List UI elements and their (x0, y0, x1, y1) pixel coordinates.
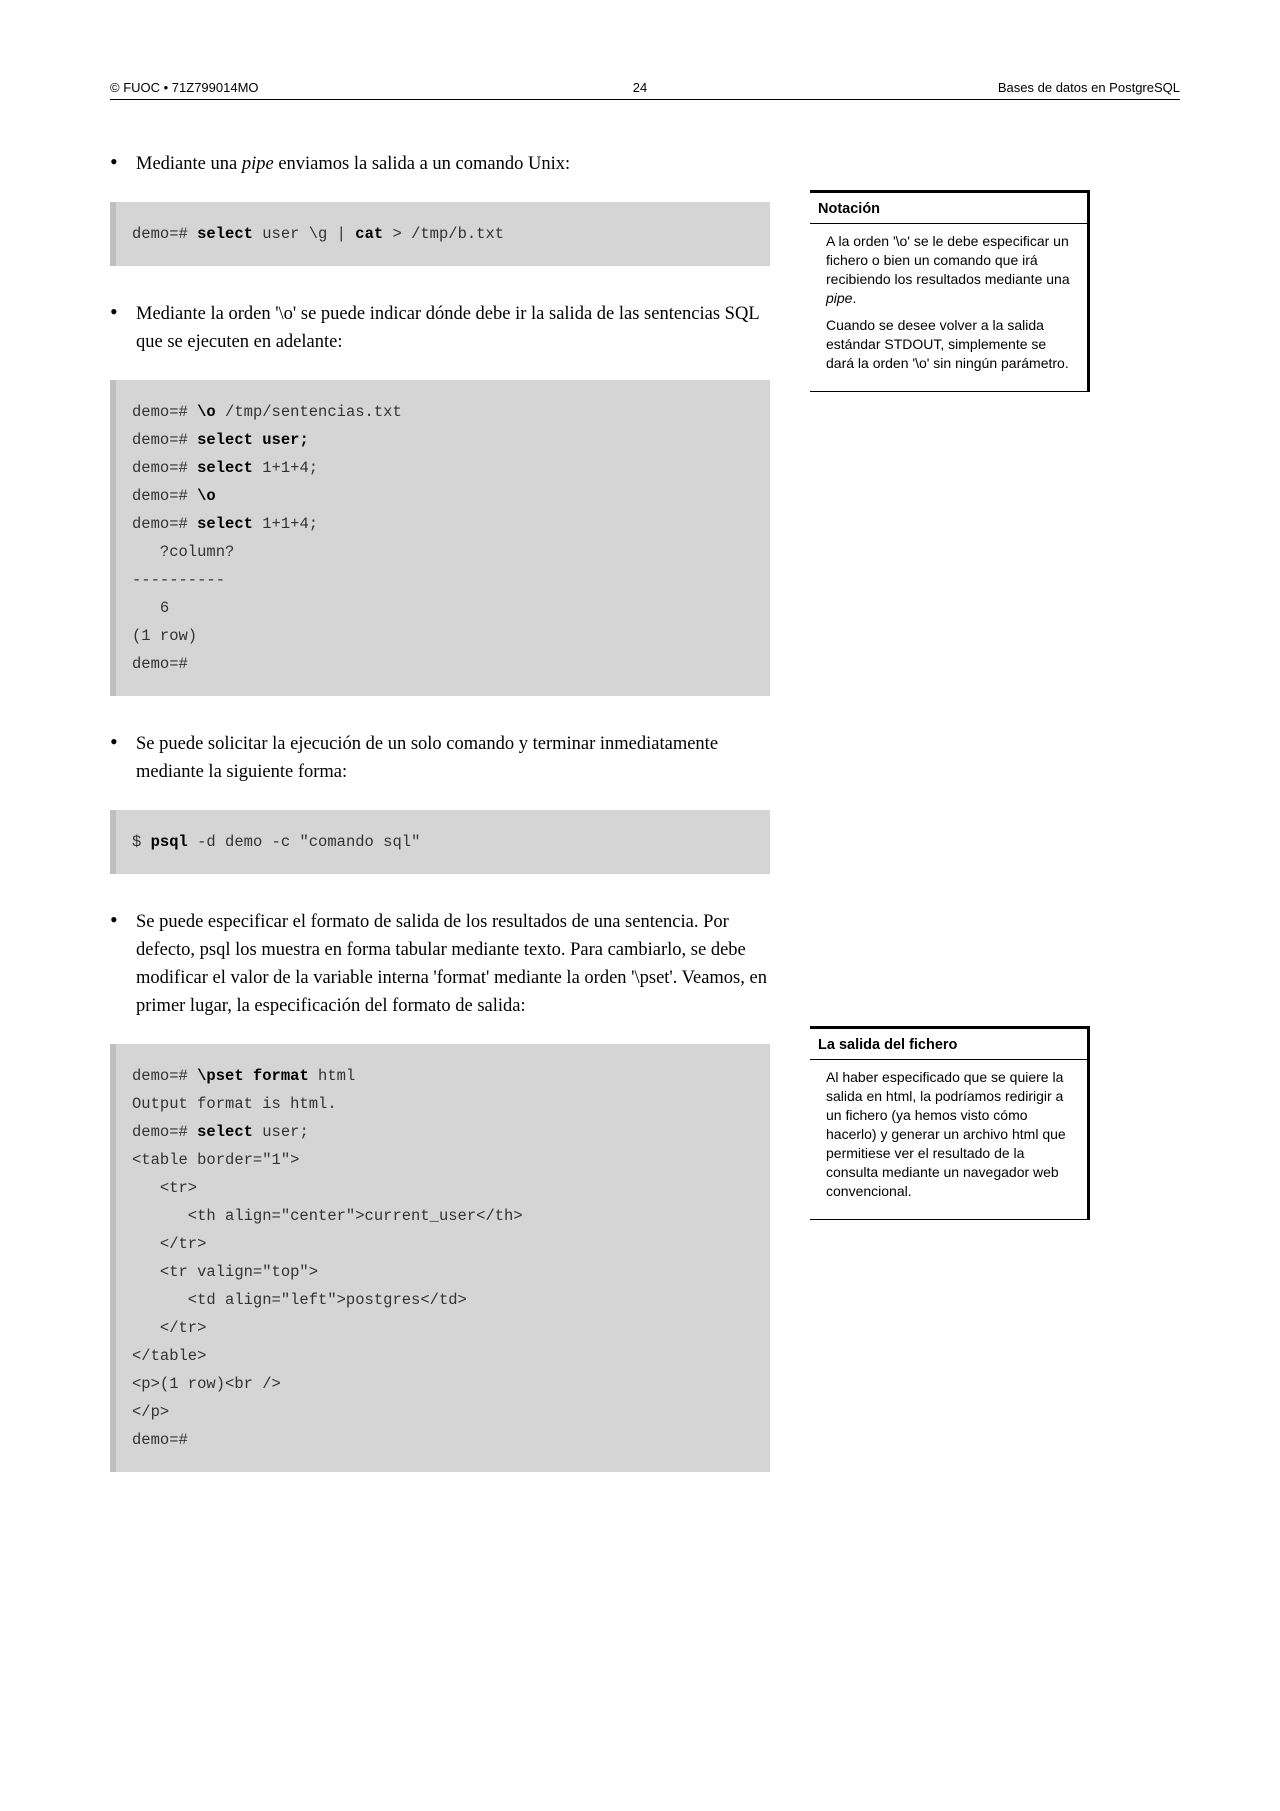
bullet-text-4: Se puede especificar el formato de salid… (136, 908, 770, 1020)
bullet-dot-icon: • (110, 300, 136, 356)
bullet-text-2: Mediante la orden '\o' se puede indicar … (136, 300, 770, 356)
bullet-item-3: • Se puede solicitar la ejecución de un … (110, 730, 770, 786)
sidebar-note-title: Notación (810, 193, 1087, 224)
page-header: © FUOC • 71Z799014MO 24 Bases de datos e… (110, 80, 1180, 100)
page-number: 24 (633, 80, 647, 95)
sidebar-note-body: Al haber especificado que se quiere la s… (810, 1060, 1087, 1219)
code-block-4: demo=# \pset format html Output format i… (110, 1044, 770, 1472)
code-block-1: demo=# select user \g | cat > /tmp/b.txt (110, 202, 770, 266)
sidebar-note-notacion: Notación A la orden '\o' se le debe espe… (810, 190, 1090, 392)
bullet-item-4: • Se puede especificar el formato de sal… (110, 908, 770, 1020)
bullet-item-1: • Mediante una pipe enviamos la salida a… (110, 150, 770, 178)
bullet-dot-icon: • (110, 730, 136, 786)
code-block-3: $ psql -d demo -c "comando sql" (110, 810, 770, 874)
bullet-dot-icon: • (110, 908, 136, 1020)
bullet-text-3: Se puede solicitar la ejecución de un so… (136, 730, 770, 786)
header-left: © FUOC • 71Z799014MO (110, 80, 259, 95)
content-wrap: • Mediante una pipe enviamos la salida a… (110, 140, 1180, 1506)
bullet-text-1: Mediante una pipe enviamos la salida a u… (136, 150, 770, 178)
document-page: © FUOC • 71Z799014MO 24 Bases de datos e… (0, 0, 1280, 1811)
code-block-2: demo=# \o /tmp/sentencias.txt demo=# sel… (110, 380, 770, 696)
spacer (810, 422, 1090, 1026)
sidebar-note-salida: La salida del fichero Al haber especific… (810, 1026, 1090, 1220)
sidebar-column: Notación A la orden '\o' se le debe espe… (810, 140, 1090, 1506)
header-right: Bases de datos en PostgreSQL (998, 80, 1180, 95)
bullet-dot-icon: • (110, 150, 136, 178)
bullet-item-2: • Mediante la orden '\o' se puede indica… (110, 300, 770, 356)
main-column: • Mediante una pipe enviamos la salida a… (110, 140, 770, 1506)
sidebar-note-title: La salida del fichero (810, 1029, 1087, 1060)
sidebar-note-body: A la orden '\o' se le debe especificar u… (810, 224, 1087, 391)
